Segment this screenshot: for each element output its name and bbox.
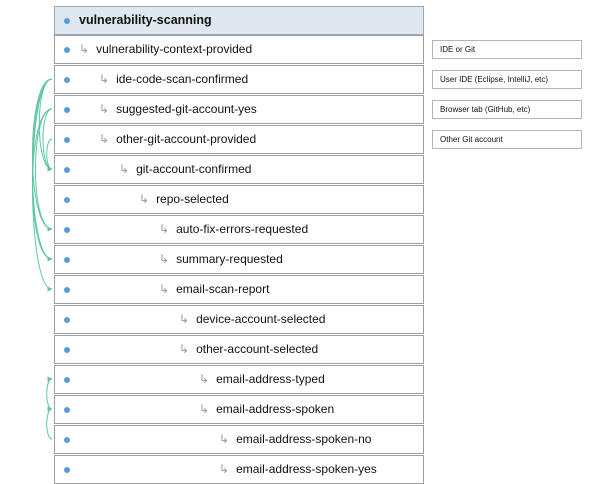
step-label: ↳ auto-fix-errors-requested [159, 216, 308, 243]
step-label: ↳ email-address-spoken-yes [219, 456, 377, 483]
child-arrow-icon: ↳ [159, 222, 170, 236]
bullet-icon [64, 317, 70, 323]
bullet-icon [64, 197, 70, 203]
step-text: other-account-selected [196, 342, 319, 356]
step-other-git-account-provided[interactable]: ↳ other-git-account-provided [54, 125, 424, 154]
step-text: vulnerability-context-provided [96, 42, 253, 56]
step-repo-selected[interactable]: ↳ repo-selected [54, 185, 424, 214]
step-text: email-address-spoken-no [236, 432, 372, 446]
step-text: email-address-typed [216, 372, 325, 386]
step-text: ide-code-scan-confirmed [116, 72, 249, 86]
step-label: ↳ vulnerability-context-provided [79, 36, 252, 63]
step-text: email-address-spoken-yes [236, 462, 377, 476]
step-text: repo-selected [156, 192, 229, 206]
child-arrow-icon: ↳ [199, 402, 210, 416]
root-step-label: vulnerability-scanning [79, 13, 212, 27]
step-email-address-spoken-no[interactable]: ↳ email-address-spoken-no [54, 425, 424, 454]
annotation-note: Browser tab (GitHub, etc) [432, 100, 582, 119]
child-arrow-icon: ↳ [119, 162, 130, 176]
step-label: ↳ git-account-confirmed [119, 156, 251, 183]
bullet-icon [64, 377, 70, 383]
step-suggested-git-account-yes[interactable]: ↳ suggested-git-account-yes [54, 95, 424, 124]
root-step[interactable]: vulnerability-scanning [54, 6, 424, 35]
annotation-note: Other Git account [432, 130, 582, 149]
step-text: email-address-spoken [216, 402, 335, 416]
step-text: suggested-git-account-yes [116, 102, 257, 116]
child-arrow-icon: ↳ [179, 342, 190, 356]
step-label: ↳ repo-selected [139, 186, 229, 213]
bullet-icon [64, 287, 70, 293]
step-email-scan-report[interactable]: ↳ email-scan-report [54, 275, 424, 304]
bullet-icon [64, 437, 70, 443]
step-text: git-account-confirmed [136, 162, 252, 176]
step-label: ↳ other-account-selected [179, 336, 318, 363]
annotation-note: IDE or Git [432, 40, 582, 59]
step-device-account-selected[interactable]: ↳ device-account-selected [54, 305, 424, 334]
step-text: auto-fix-errors-requested [176, 222, 309, 236]
bullet-icon [64, 47, 70, 53]
child-arrow-icon: ↳ [199, 372, 210, 386]
child-arrow-icon: ↳ [79, 42, 90, 56]
bullet-icon [64, 227, 70, 233]
step-email-address-spoken[interactable]: ↳ email-address-spoken [54, 395, 424, 424]
step-summary-requested[interactable]: ↳ summary-requested [54, 245, 424, 274]
annotation-note: User IDE (Eclipse, IntelliJ, etc) [432, 70, 582, 89]
step-label: ↳ other-git-account-provided [99, 126, 256, 153]
step-label: ↳ email-scan-report [159, 276, 269, 303]
step-label: ↳ email-address-spoken-no [219, 426, 371, 453]
child-arrow-icon: ↳ [99, 132, 110, 146]
step-label: ↳ summary-requested [159, 246, 283, 273]
flow-link [32, 108, 53, 262]
bullet-icon [64, 257, 70, 263]
flow-link [46, 376, 53, 410]
child-arrow-icon: ↳ [139, 192, 150, 206]
bullet-icon [64, 107, 70, 113]
child-arrow-icon: ↳ [219, 462, 230, 476]
step-label: ↳ email-address-typed [199, 366, 325, 393]
step-other-account-selected[interactable]: ↳ other-account-selected [54, 335, 424, 364]
bullet-icon [64, 347, 70, 353]
bullet-icon [64, 167, 70, 173]
child-arrow-icon: ↳ [179, 312, 190, 326]
step-label: ↳ ide-code-scan-confirmed [99, 66, 248, 93]
child-arrow-icon: ↳ [219, 432, 230, 446]
step-email-address-typed[interactable]: ↳ email-address-typed [54, 365, 424, 394]
step-auto-fix-errors-requested[interactable]: ↳ auto-fix-errors-requested [54, 215, 424, 244]
bullet-icon [64, 467, 70, 473]
step-label: ↳ device-account-selected [179, 306, 325, 333]
step-text: device-account-selected [196, 312, 326, 326]
bullet-icon [64, 407, 70, 413]
bullet-icon [64, 18, 70, 24]
child-arrow-icon: ↳ [99, 102, 110, 116]
step-text: email-scan-report [176, 282, 270, 296]
child-arrow-icon: ↳ [159, 282, 170, 296]
flow-link [46, 406, 53, 440]
step-vulnerability-context-provided[interactable]: ↳ vulnerability-context-provided [54, 35, 424, 64]
flow-link [46, 138, 53, 172]
step-git-account-confirmed[interactable]: ↳ git-account-confirmed [54, 155, 424, 184]
step-label: ↳ suggested-git-account-yes [99, 96, 257, 123]
step-text: other-git-account-provided [116, 132, 257, 146]
step-ide-code-scan-confirmed[interactable]: ↳ ide-code-scan-confirmed [54, 65, 424, 94]
child-arrow-icon: ↳ [99, 72, 110, 86]
step-label: ↳ email-address-spoken [199, 396, 334, 423]
step-text: summary-requested [176, 252, 283, 266]
child-arrow-icon: ↳ [159, 252, 170, 266]
bullet-icon [64, 137, 70, 143]
bullet-icon [64, 77, 70, 83]
